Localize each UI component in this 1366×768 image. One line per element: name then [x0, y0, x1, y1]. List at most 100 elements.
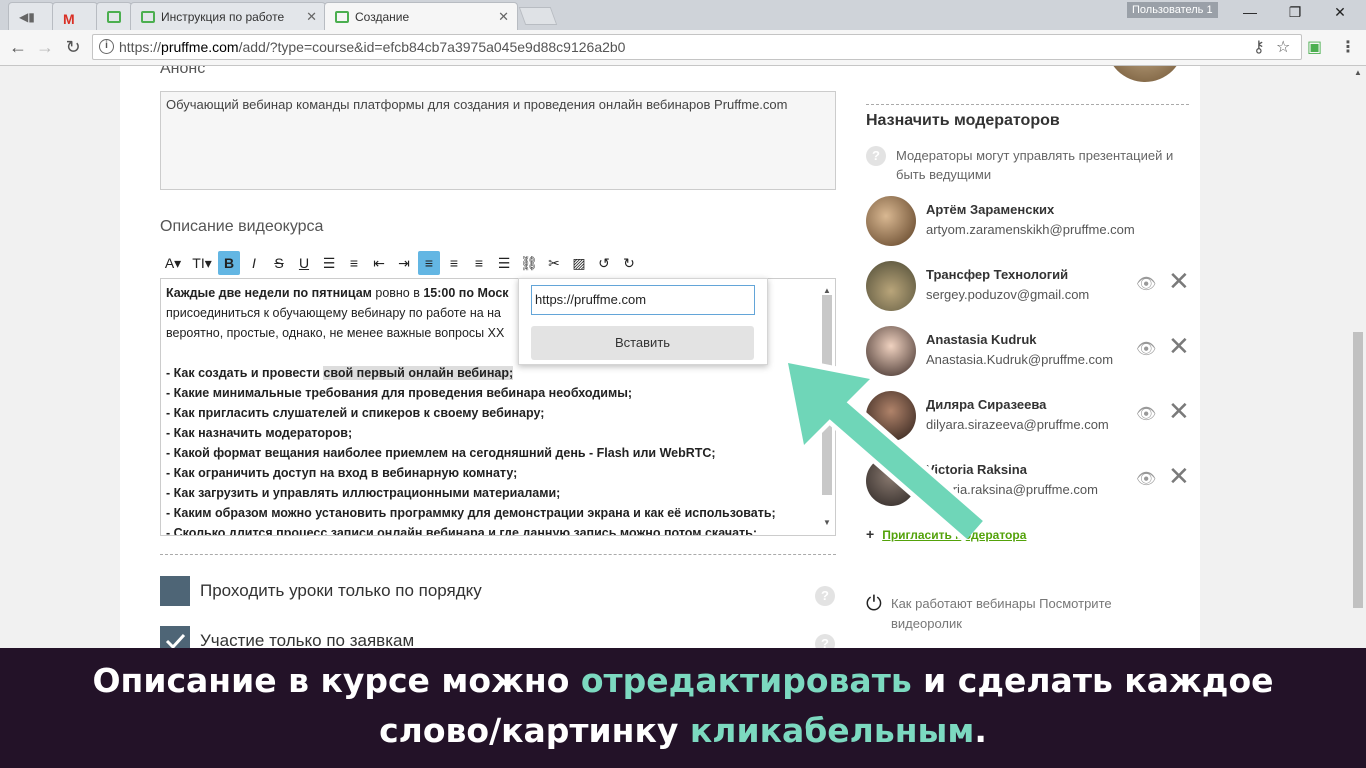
new-tab-button[interactable]	[518, 7, 558, 25]
moderator-email: sergey.poduzov@gmail.com	[926, 287, 1090, 302]
anons-textarea[interactable]: Обучающий вебинар команды платформы для …	[160, 91, 836, 190]
course-author-avatar	[1106, 66, 1184, 82]
application-checkbox[interactable]	[160, 626, 190, 648]
align-left-icon[interactable]: ≡	[418, 251, 440, 275]
link-url-input[interactable]: https://pruffme.com	[531, 285, 755, 315]
key-icon[interactable]: ⚷	[1253, 37, 1265, 57]
description-label: Описание видеокурса	[160, 218, 324, 235]
editor-list-item: - Каким образом можно установить програм…	[166, 506, 776, 520]
checkmark-icon	[165, 633, 186, 648]
close-icon[interactable]: ✕	[498, 9, 509, 25]
align-right-icon[interactable]: ≡	[468, 251, 490, 275]
page-scrollbar[interactable]: ▲	[1350, 66, 1366, 648]
browser-tab-bar: ◀▮ M Инструкция по работе ✕ Создание ✕ П…	[0, 0, 1366, 31]
tab-create[interactable]: Создание ✕	[324, 2, 518, 31]
eye-icon[interactable]: 👁	[1136, 339, 1156, 359]
selected-text: свой первый онлайн вебинар;	[323, 366, 514, 380]
anons-label: Анонс	[160, 66, 206, 77]
align-center-icon[interactable]: ≡	[443, 251, 465, 275]
tab-pruffme-pinned[interactable]	[96, 2, 132, 30]
divider	[160, 554, 836, 555]
reload-icon[interactable]: ↻	[62, 37, 84, 58]
caption-banner: Описание в курсе можно отредактировать и…	[0, 648, 1366, 768]
remove-moderator-icon[interactable]: ✕	[1168, 396, 1190, 427]
back-icon[interactable]: ←	[7, 37, 29, 58]
link-icon[interactable]: ⛓	[518, 251, 540, 275]
avatar	[866, 196, 916, 246]
remove-moderator-icon[interactable]: ✕	[1168, 331, 1190, 362]
editor-toolbar: A▾ TI▾ B I S U ☰ ≡ ⇤ ⇥ ≡ ≡ ≡ ☰ ⛓ ✂ ▨ ↺ ↻	[160, 251, 640, 275]
page-scroll-thumb[interactable]	[1353, 332, 1363, 608]
moderators-title: Назначить модераторов	[866, 112, 1060, 129]
link-popup: https://pruffme.com Вставить	[518, 278, 768, 365]
italic-icon[interactable]: I	[243, 251, 265, 275]
tab-pinned-audio[interactable]: ◀▮	[8, 2, 54, 30]
profile-badge[interactable]: Пользователь 1	[1127, 2, 1218, 18]
caption-line-2: слово/картинку кликабельным.	[379, 711, 987, 750]
justify-icon[interactable]: ☰	[493, 251, 515, 275]
help-icon[interactable]: ?	[866, 146, 886, 166]
gmail-icon: M	[63, 10, 75, 27]
remove-moderator-icon[interactable]: ✕	[1168, 266, 1190, 297]
eye-icon[interactable]: 👁	[1136, 469, 1156, 489]
close-window-icon[interactable]: ✕	[1320, 4, 1360, 24]
url-host: pruffme.com	[161, 39, 239, 55]
underline-icon[interactable]: U	[293, 251, 315, 275]
url-path: /add/?type=course&id=efcb84cb7a3975a045e…	[238, 39, 626, 55]
editor-list-item: - Какой формат вещания наиболее приемлем…	[166, 446, 716, 460]
minimize-icon[interactable]: —	[1230, 4, 1270, 24]
application-option-label: Участие только по заявкам	[200, 631, 415, 648]
restore-icon[interactable]: ❐	[1275, 4, 1315, 24]
strikethrough-icon[interactable]: S	[268, 251, 290, 275]
font-size-icon[interactable]: TI▾	[189, 251, 215, 275]
bullet-list-icon[interactable]: ☰	[318, 251, 340, 275]
close-icon[interactable]: ✕	[306, 9, 317, 25]
image-icon[interactable]: ▨	[568, 251, 590, 275]
moderator-name: Артём Зараменских	[926, 202, 1055, 217]
how-webinars-work[interactable]: ⏻ Как работают вебинары Посмотрите видео…	[866, 594, 1126, 634]
moderators-hint: Модераторы могут управлять презентацией …	[896, 148, 1174, 182]
editor-list-item: - Сколько длится процесс записи онлайн в…	[166, 526, 758, 536]
help-icon[interactable]: ?	[815, 634, 835, 648]
remove-moderator-icon[interactable]: ✕	[1168, 461, 1190, 492]
avatar	[866, 261, 916, 311]
info-icon[interactable]: i	[99, 39, 114, 54]
forward-icon[interactable]: →	[34, 37, 56, 58]
order-option-label: Проходить уроки только по порядку	[200, 581, 482, 600]
tab-instruction[interactable]: Инструкция по работе ✕	[130, 2, 326, 30]
tab-title: Инструкция по работе	[161, 9, 285, 24]
font-icon[interactable]: A▾	[160, 251, 186, 275]
pruffme-extension-icon[interactable]: ▣	[1307, 37, 1322, 57]
tutorial-arrow-icon	[780, 355, 987, 543]
numbered-list-icon[interactable]: ≡	[343, 251, 365, 275]
editor-list-item: - Как создать и провести свой первый онл…	[166, 366, 514, 380]
eye-icon[interactable]: 👁	[1136, 274, 1156, 294]
divider	[866, 104, 1189, 105]
help-icon[interactable]: ?	[815, 586, 835, 606]
insert-link-button[interactable]: Вставить	[531, 326, 754, 360]
star-icon[interactable]: ☆	[1276, 37, 1290, 57]
tab-gmail[interactable]: M	[52, 2, 98, 30]
unlink-icon[interactable]: ✂	[543, 251, 565, 275]
editor-list-item: - Как ограничить доступ на вход в вебина…	[166, 466, 518, 480]
undo-icon[interactable]: ↺	[593, 251, 615, 275]
editor-list-item: - Как назначить модераторов;	[166, 426, 353, 440]
address-bar[interactable]: i https://pruffme.com/add/?type=course&i…	[92, 34, 1302, 60]
page-content: Анонс Обучающий вебинар команды платформ…	[120, 66, 1200, 648]
menu-icon[interactable]: ⋮	[1340, 37, 1356, 57]
caption-line-1: Описание в курсе можно отредактировать и…	[92, 661, 1274, 700]
eye-icon[interactable]: 👁	[1136, 404, 1156, 424]
tab-title: Создание	[355, 10, 410, 24]
indent-icon[interactable]: ⇥	[393, 251, 415, 275]
power-icon: ⏻	[866, 593, 882, 615]
pruffme-icon	[107, 10, 121, 23]
bold-icon[interactable]: B	[218, 251, 240, 275]
how-webinars-work-text: Как работают вебинары Посмотрите видеоро…	[891, 596, 1112, 631]
order-checkbox[interactable]	[160, 576, 190, 606]
redo-icon[interactable]: ↻	[618, 251, 640, 275]
moderator-item: Артём Зараменских artyom.zaramenskikh@pru…	[866, 196, 1196, 246]
outdent-icon[interactable]: ⇤	[368, 251, 390, 275]
moderator-name: Трансфер Технологий	[926, 267, 1069, 282]
pruffme-icon	[335, 11, 349, 23]
editor-list-item: - Как пригласить слушателей и спикеров к…	[166, 406, 545, 420]
